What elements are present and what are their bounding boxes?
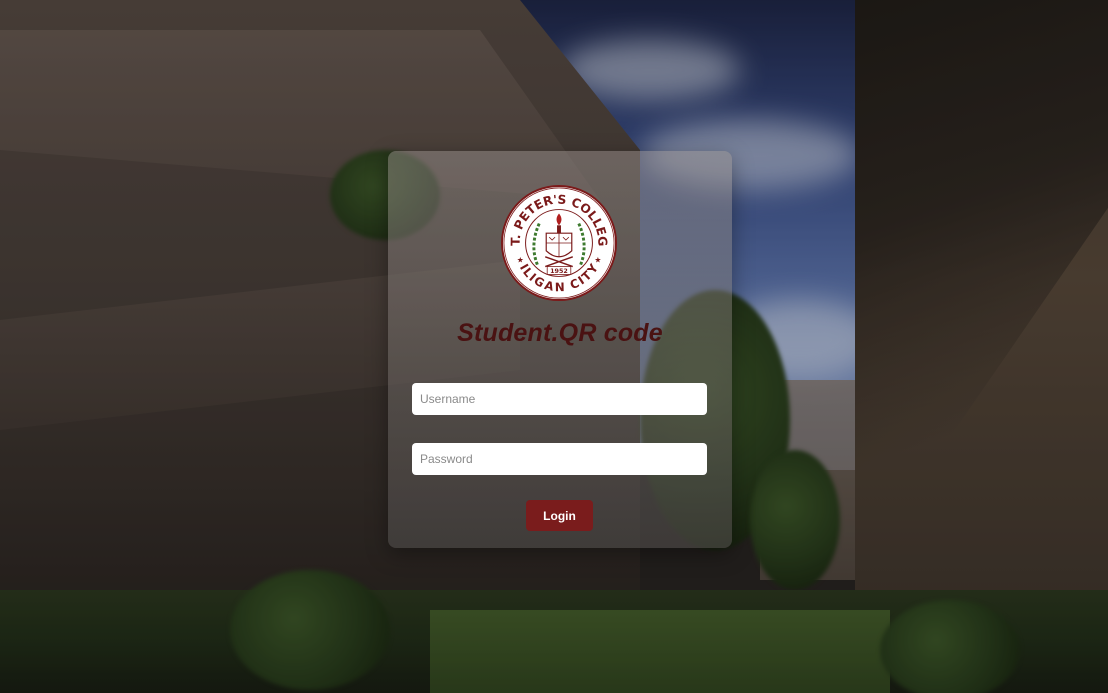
seal-year: 1952 <box>550 267 568 275</box>
password-field[interactable] <box>412 443 707 475</box>
username-field[interactable] <box>412 383 707 415</box>
login-page: ST. PETER'S COLLEGE ILIGAN CITY ★ ★ <box>0 0 1108 693</box>
login-card: ST. PETER'S COLLEGE ILIGAN CITY ★ ★ <box>388 151 732 548</box>
college-seal-icon: ST. PETER'S COLLEGE ILIGAN CITY ★ ★ <box>500 184 618 302</box>
page-title: Student.QR code <box>457 319 663 347</box>
svg-text:★: ★ <box>517 256 524 265</box>
svg-text:★: ★ <box>594 256 601 265</box>
login-button[interactable]: Login <box>526 500 593 531</box>
